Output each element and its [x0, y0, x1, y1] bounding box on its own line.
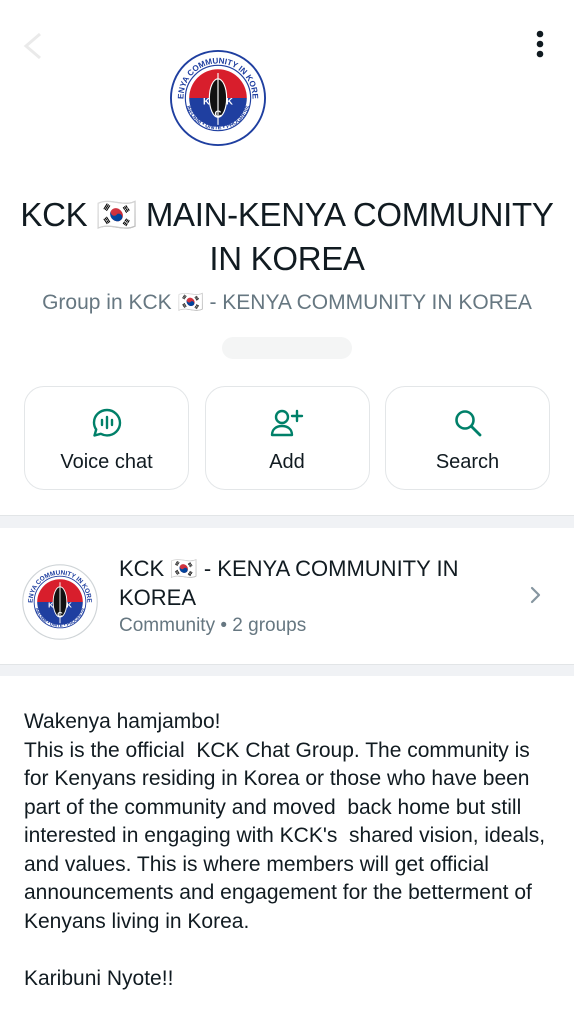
add-button[interactable]: Add [204, 386, 370, 490]
search-button[interactable]: Search [385, 386, 550, 490]
svg-text:K: K [66, 600, 72, 609]
group-subtitle[interactable]: Group in KCK 🇰🇷 - KENYA COMMUNITY IN KOR… [10, 289, 564, 317]
group-description: Wakenya hamjambo! This is the official K… [24, 710, 546, 990]
voice-chat-label: Voice chat [60, 451, 153, 473]
action-buttons: Voice chat Add Search [24, 386, 550, 492]
svg-text:C: C [57, 610, 63, 619]
add-person-icon [270, 407, 304, 439]
search-icon [453, 407, 483, 439]
community-avatar: KENYA COMMUNITY IN KOREA INFORM • UNITE … [20, 559, 98, 640]
section-divider [0, 664, 574, 676]
svg-text:K: K [226, 97, 233, 108]
more-vertical-icon[interactable] [520, 24, 560, 64]
search-label: Search [435, 451, 500, 473]
svg-text:C: C [215, 109, 222, 120]
svg-text:K: K [203, 97, 210, 108]
voice-chat-button[interactable]: Voice chat [24, 386, 189, 490]
group-avatar[interactable]: KENYA COMMUNITY IN KOREA INFORM • UNITE … [167, 43, 266, 146]
section-divider [0, 515, 574, 528]
community-meta: Community • 2 groups [119, 615, 307, 636]
svg-text:K: K [48, 600, 54, 609]
voice-chat-icon [91, 407, 123, 439]
group-title: KCK 🇰🇷 MAIN-KENYA COMMUNITY IN KOREA [20, 196, 554, 277]
community-name: KCK 🇰🇷 - KENYA COMMUNITY IN KOREA [119, 556, 459, 610]
add-label: Add [269, 451, 305, 473]
top-bar [0, 0, 574, 80]
blurred-member-info [222, 337, 352, 359]
arrow-back-icon[interactable] [14, 26, 54, 66]
community-row[interactable]: KENYA COMMUNITY IN KOREA INFORM • UNITE … [0, 528, 574, 664]
chevron-right-icon [524, 584, 546, 606]
